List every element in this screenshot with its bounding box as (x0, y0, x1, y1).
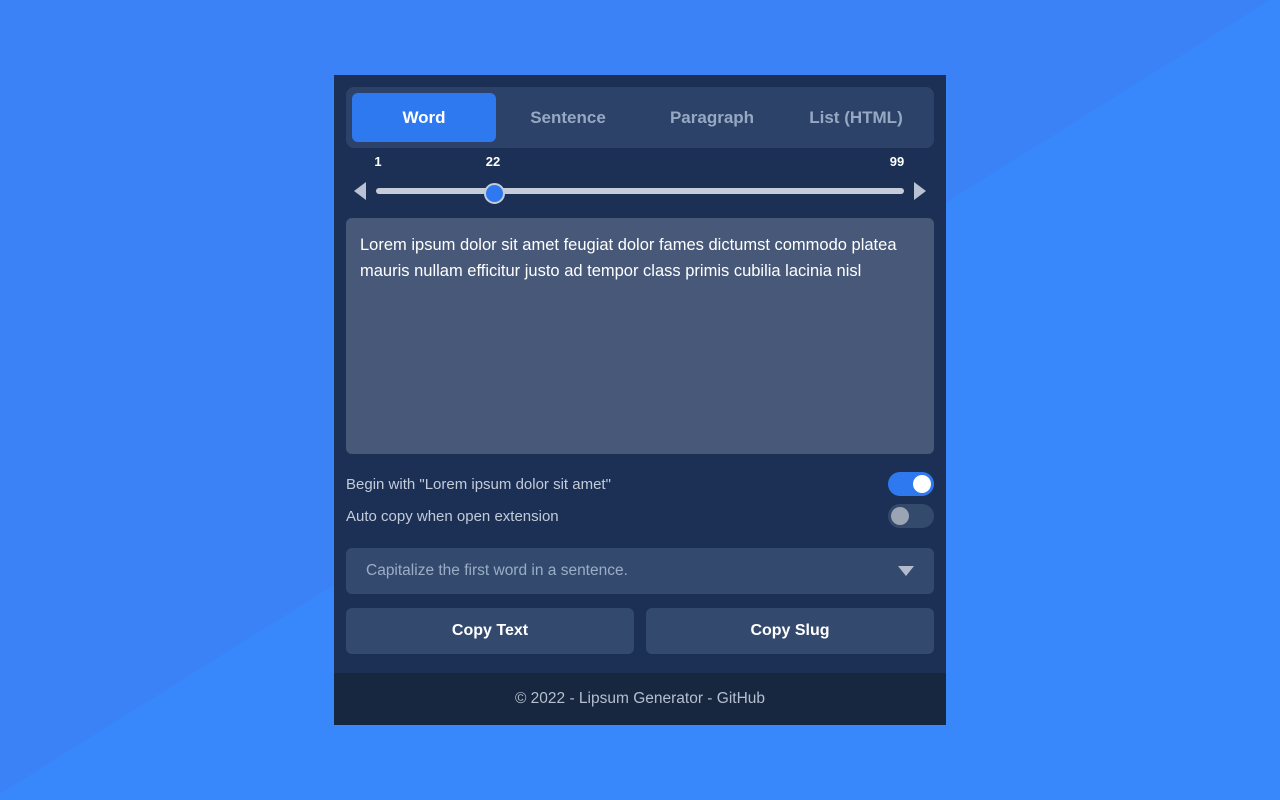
slider-label-row: 1 22 99 (346, 154, 934, 176)
count-slider: 1 22 99 (346, 154, 934, 216)
slider-min-label: 1 (374, 154, 382, 169)
popup-body: Word Sentence Paragraph List (HTML) 1 22… (334, 75, 946, 657)
slider-thumb[interactable] (483, 182, 505, 204)
toggle-knob (891, 507, 909, 525)
capitalization-select-value: Capitalize the first word in a sentence. (366, 562, 628, 579)
copy-text-button[interactable]: Copy Text (346, 608, 634, 654)
triangle-left-icon[interactable] (354, 182, 366, 200)
triangle-right-icon[interactable] (914, 182, 926, 200)
github-link[interactable]: GitHub (717, 690, 765, 707)
tab-word[interactable]: Word (352, 93, 496, 142)
option-row-begin-with-lorem: Begin with "Lorem ipsum dolor sit amet" (346, 468, 934, 500)
generated-text-area[interactable]: Lorem ipsum dolor sit amet feugiat dolor… (346, 218, 934, 454)
slider-value-label: 22 (485, 154, 501, 169)
option-label-begin-with-lorem: Begin with "Lorem ipsum dolor sit amet" (346, 475, 611, 493)
lipsum-generator-popup: Word Sentence Paragraph List (HTML) 1 22… (334, 75, 946, 725)
footer: © 2022 - Lipsum Generator - GitHub (334, 673, 946, 725)
footer-text: © 2022 - Lipsum Generator - GitHub (515, 690, 765, 708)
capitalization-select[interactable]: Capitalize the first word in a sentence. (346, 548, 934, 594)
footer-copyright: © 2022 - Lipsum Generator - (514, 690, 717, 707)
tab-paragraph[interactable]: Paragraph (640, 93, 784, 142)
toggle-auto-copy[interactable] (888, 504, 934, 528)
slider-row (346, 176, 934, 206)
toggle-begin-with-lorem[interactable] (888, 472, 934, 496)
tab-sentence[interactable]: Sentence (496, 93, 640, 142)
option-label-auto-copy: Auto copy when open extension (346, 507, 559, 525)
chevron-down-icon (898, 566, 914, 576)
action-buttons: Copy Text Copy Slug (346, 608, 934, 654)
slider-track[interactable] (376, 182, 904, 204)
slider-max-label: 99 (889, 154, 905, 169)
options-list: Begin with "Lorem ipsum dolor sit amet" … (346, 468, 934, 532)
tab-list-html[interactable]: List (HTML) (784, 93, 928, 142)
option-row-auto-copy: Auto copy when open extension (346, 500, 934, 532)
copy-slug-button[interactable]: Copy Slug (646, 608, 934, 654)
toggle-knob (913, 475, 931, 493)
tab-bar: Word Sentence Paragraph List (HTML) (346, 87, 934, 148)
